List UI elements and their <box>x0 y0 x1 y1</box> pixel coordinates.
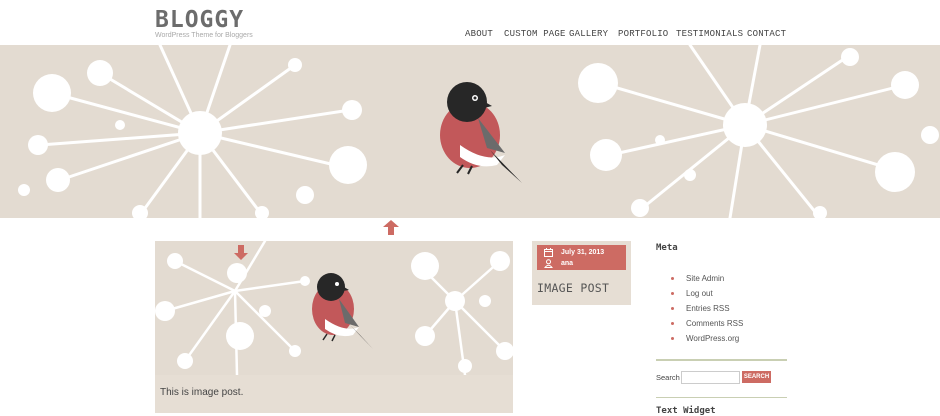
bullet-icon <box>671 337 674 340</box>
text-widget-heading: Text Widget <box>656 406 716 416</box>
meta-widget-heading: Meta <box>656 243 678 253</box>
nav-item-contact[interactable]: CONTACT <box>747 29 786 39</box>
post-meta-band: July 31, 2013 ana <box>537 245 626 270</box>
search-input[interactable] <box>681 371 740 384</box>
arrow-up-icon[interactable] <box>383 220 399 235</box>
post-author[interactable]: ana <box>561 260 573 267</box>
meta-link-comments-rss[interactable]: Comments RSS <box>686 318 743 329</box>
post-featured-image[interactable] <box>155 241 513 375</box>
post-date[interactable]: July 31, 2013 <box>561 249 604 256</box>
meta-link-wordpress-org[interactable]: WordPress.org <box>686 333 739 344</box>
bird-illustration <box>440 82 522 183</box>
site-logo[interactable]: BLOGGY <box>155 7 244 33</box>
search-label: Search <box>656 373 680 382</box>
bullet-icon <box>671 307 674 310</box>
post-card: This is image post. <box>155 241 513 413</box>
meta-link-site-admin[interactable]: Site Admin <box>686 273 724 284</box>
meta-link-log-out[interactable]: Log out <box>686 288 713 299</box>
search-button[interactable]: SEARCH <box>742 371 771 383</box>
bullet-icon <box>671 322 674 325</box>
hero-illustration <box>18 45 939 218</box>
divider <box>656 397 787 398</box>
bullet-icon <box>671 292 674 295</box>
calendar-icon <box>544 248 553 257</box>
post-title[interactable]: IMAGE POST <box>537 281 609 295</box>
nav-item-about[interactable]: ABOUT <box>465 29 493 39</box>
nav-item-gallery[interactable]: GALLERY <box>569 29 608 39</box>
nav-item-portfolio[interactable]: PORTFOLIO <box>618 29 668 39</box>
bullet-icon <box>671 277 674 280</box>
site-header: BLOGGY WordPress Theme for Bloggers ABOU… <box>0 0 940 45</box>
nav-item-testimonials[interactable]: TESTIMONIALS <box>676 29 743 39</box>
nav-item-custom-page[interactable]: CUSTOM PAGE <box>504 29 566 39</box>
divider <box>656 359 787 361</box>
user-icon <box>544 259 553 268</box>
meta-link-entries-rss[interactable]: Entries RSS <box>686 303 730 314</box>
post-meta-card: July 31, 2013 ana <box>532 241 631 305</box>
post-excerpt: This is image post. <box>160 387 244 398</box>
hero-banner <box>0 45 940 218</box>
site-tagline: WordPress Theme for Bloggers <box>155 32 253 39</box>
